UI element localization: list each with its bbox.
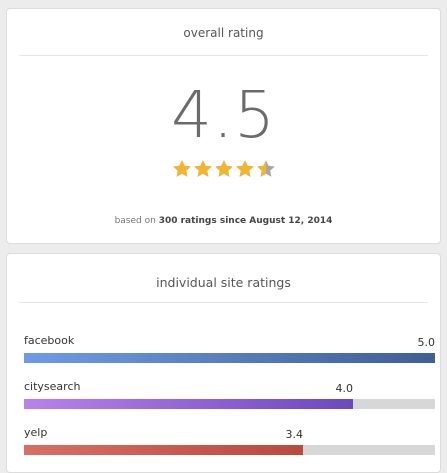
rating-bar-track <box>24 353 435 363</box>
star-rating <box>7 159 440 179</box>
star-icon <box>193 159 213 179</box>
site-value: 5.0 <box>417 336 436 349</box>
overall-rating-title: overall rating <box>183 26 264 40</box>
star-icon <box>235 159 255 179</box>
rating-bar-track <box>24 399 435 409</box>
overall-score: 4.5 <box>171 79 276 153</box>
star-icon <box>214 159 234 179</box>
site-name: citysearch <box>24 380 81 393</box>
half-star-icon <box>256 159 276 179</box>
site-ratings-title: individual site ratings <box>156 275 291 290</box>
rating-bar-fill <box>24 399 353 409</box>
site-name: facebook <box>24 334 75 347</box>
site-ratings-card: individual site ratings facebook 5.0 cit… <box>6 253 441 473</box>
ratings-count: 300 ratings since August 12, 2014 <box>158 216 333 226</box>
overall-divider <box>19 55 428 56</box>
star-icon <box>172 159 192 179</box>
overall-rating-card: overall rating 4.5 based on 300 ratings … <box>6 8 441 244</box>
rating-bar-fill <box>24 353 435 363</box>
ratings-summary: based on 300 ratings since August 12, 20… <box>7 216 440 226</box>
site-value: 3.4 <box>285 428 304 441</box>
site-name: yelp <box>24 426 48 439</box>
site-value: 4.0 <box>335 382 354 395</box>
based-on-prefix: based on <box>114 216 159 226</box>
site-ratings-divider <box>19 302 428 303</box>
